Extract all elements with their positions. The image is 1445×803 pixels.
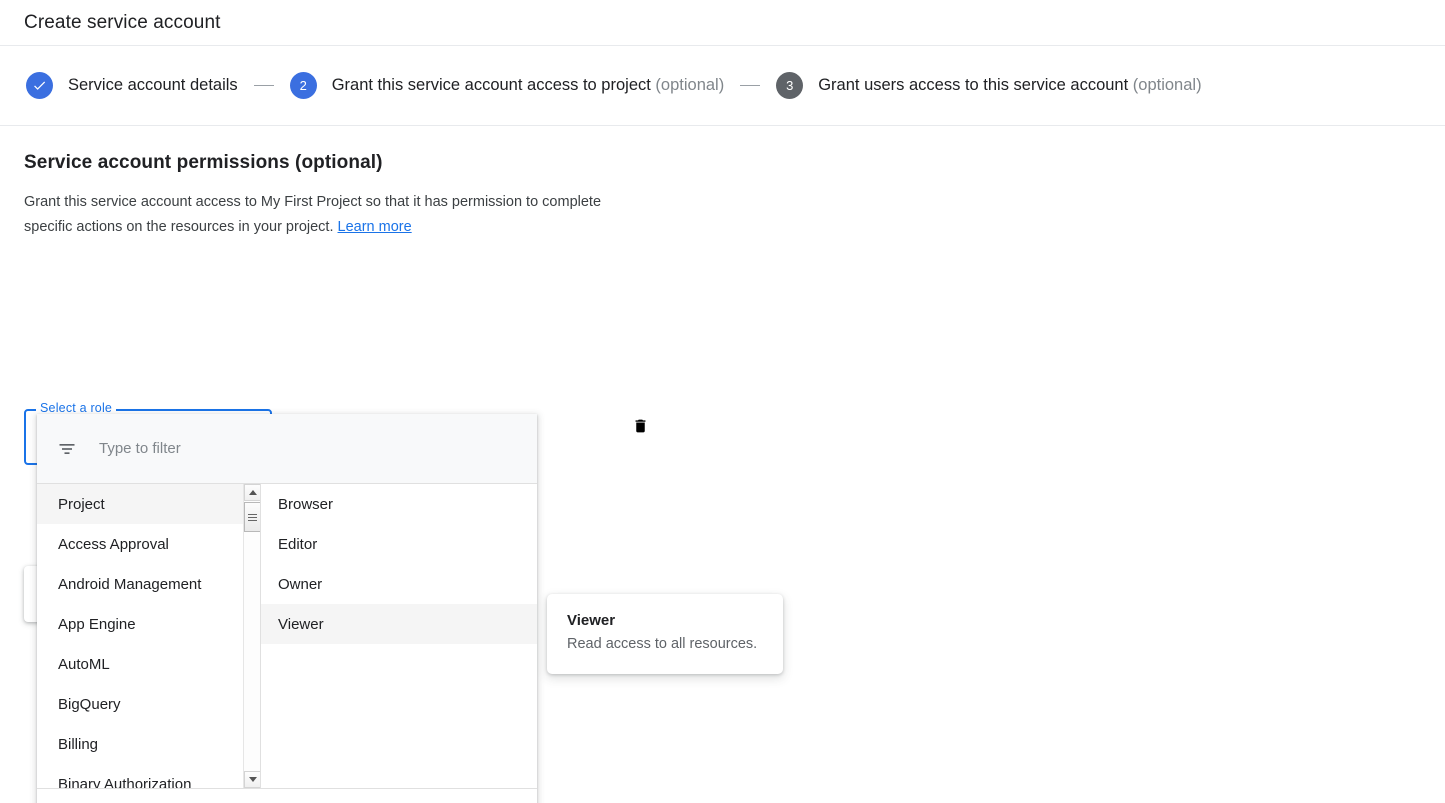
category-item-project[interactable]: Project [37, 484, 260, 524]
role-item-browser[interactable]: Browser [261, 484, 537, 524]
step-2-number: 2 [300, 78, 307, 93]
stepper-step-3[interactable]: 3 Grant users access to this service acc… [776, 72, 1201, 99]
dropdown-columns: Project Access Approval Android Manageme… [37, 484, 537, 788]
step-2-circle: 2 [290, 72, 317, 99]
filter-icon [57, 439, 77, 459]
filter-input[interactable] [99, 440, 479, 457]
select-a-role-label: Select a role [36, 401, 116, 415]
step-1-label: Service account details [68, 76, 238, 95]
page-title: Create service account [24, 12, 221, 34]
step-2-text: Grant this service account access to pro… [332, 76, 651, 94]
category-label: Access Approval [58, 536, 169, 553]
section-description-line1: Grant this service account access to My … [24, 194, 538, 210]
section-title: Service account permissions (optional) [24, 152, 1421, 174]
category-label: Billing [58, 736, 98, 753]
role-dropdown-panel: Project Access Approval Android Manageme… [37, 414, 537, 803]
category-item-app-engine[interactable]: App Engine [37, 604, 260, 644]
category-item-binary-authorization[interactable]: Binary Authorization [37, 764, 260, 788]
stepper-step-2[interactable]: 2 Grant this service account access to p… [290, 72, 725, 99]
category-list-scrollbar[interactable] [243, 484, 260, 788]
stepper-step-1[interactable]: Service account details [26, 72, 238, 99]
role-item-owner[interactable]: Owner [261, 564, 537, 604]
role-label: Editor [278, 536, 317, 553]
step-1-text: Service account details [68, 76, 238, 94]
role-item-viewer[interactable]: Viewer [261, 604, 537, 644]
category-label: Project [58, 496, 105, 513]
scrollbar-grip-line [248, 517, 257, 518]
step-3-label: Grant users access to this service accou… [818, 76, 1201, 95]
tooltip-title: Viewer [567, 612, 763, 629]
stepper-separator-2 [740, 85, 760, 86]
category-item-bigquery[interactable]: BigQuery [37, 684, 260, 724]
trash-icon [632, 416, 649, 436]
dropdown-category-list[interactable]: Project Access Approval Android Manageme… [37, 484, 261, 788]
scrollbar-grip-line [248, 514, 257, 515]
category-item-billing[interactable]: Billing [37, 724, 260, 764]
step-1-circle [26, 72, 53, 99]
category-label: Binary Authorization [58, 776, 191, 789]
step-3-optional: (optional) [1133, 76, 1202, 94]
step-2-optional: (optional) [655, 76, 724, 94]
chevron-down-icon [249, 777, 257, 782]
chevron-up-icon [249, 490, 257, 495]
category-item-android-management[interactable]: Android Management [37, 564, 260, 604]
dropdown-filter-row [37, 414, 537, 484]
step-3-text: Grant users access to this service accou… [818, 76, 1128, 94]
role-label: Viewer [278, 616, 324, 633]
dialog-body: Service account permissions (optional) G… [0, 126, 1445, 240]
category-label: AutoML [58, 656, 110, 673]
dropdown-footer: MANAGE ROLES [37, 788, 537, 803]
tooltip-description: Read access to all resources. [567, 634, 763, 654]
scrollbar-up-button[interactable] [244, 484, 261, 501]
category-label: BigQuery [58, 696, 121, 713]
dialog-title-bar: Create service account [0, 0, 1445, 46]
role-tooltip: Viewer Read access to all resources. [547, 594, 783, 674]
category-label: App Engine [58, 616, 136, 633]
role-label: Browser [278, 496, 333, 513]
scrollbar-thumb[interactable] [244, 502, 261, 532]
category-item-automl[interactable]: AutoML [37, 644, 260, 684]
learn-more-link[interactable]: Learn more [338, 219, 412, 235]
section-description: Grant this service account access to My … [24, 190, 624, 240]
role-item-editor[interactable]: Editor [261, 524, 537, 564]
dropdown-role-list[interactable]: Browser Editor Owner Viewer [261, 484, 537, 788]
stepper-separator-1 [254, 85, 274, 86]
scrollbar-down-button[interactable] [244, 771, 261, 788]
category-label: Android Management [58, 576, 201, 593]
step-3-circle: 3 [776, 72, 803, 99]
scrollbar-grip-line [248, 520, 257, 521]
role-label: Owner [278, 576, 322, 593]
category-item-access-approval[interactable]: Access Approval [37, 524, 260, 564]
step-2-label: Grant this service account access to pro… [332, 76, 725, 95]
step-3-number: 3 [786, 78, 793, 93]
stepper: Service account details 2 Grant this ser… [0, 46, 1445, 126]
delete-role-button[interactable] [626, 412, 654, 440]
check-icon [32, 78, 47, 93]
